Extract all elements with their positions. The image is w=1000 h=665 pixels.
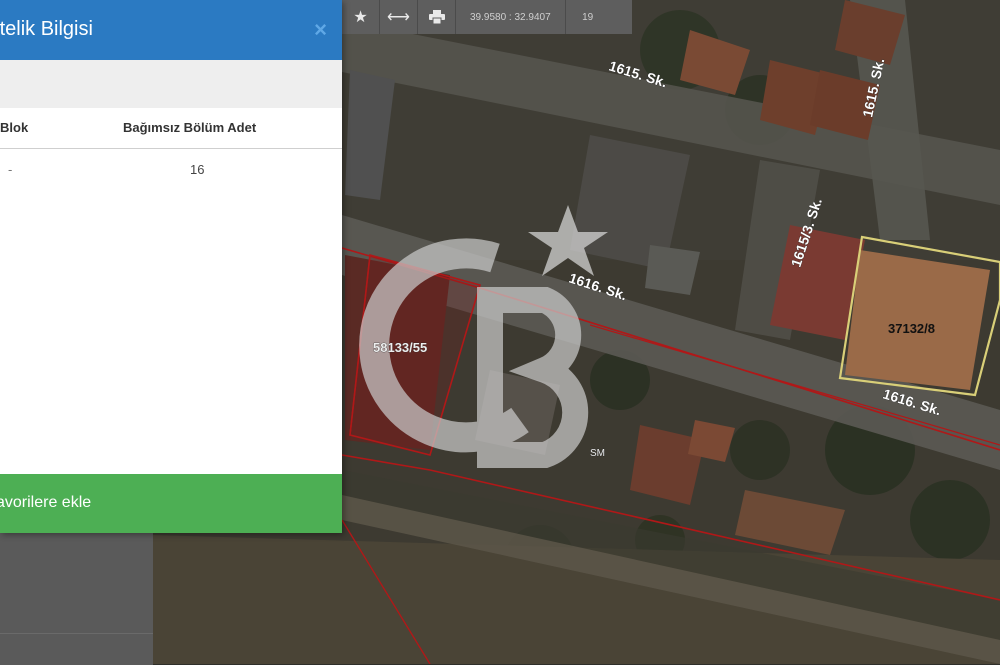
table-row: - 16 bbox=[0, 149, 342, 189]
sidebar-panel bbox=[0, 532, 153, 665]
print-icon-glyph bbox=[428, 10, 445, 24]
add-to-favorites-button[interactable]: avorilere ekle bbox=[0, 474, 342, 533]
panel-tab-bar bbox=[0, 60, 342, 108]
map-toolbar: ★ ⟷ 39.9580 : 32.9407 19 bbox=[342, 0, 632, 34]
favorites-label: avorilere ekle bbox=[0, 494, 92, 511]
zoom-level: 19 bbox=[582, 11, 594, 23]
coordinate-readout: 39.9580 : 32.9407 bbox=[456, 0, 566, 34]
star-icon[interactable]: ★ bbox=[342, 0, 380, 34]
panel-header: nitelik Bilgisi × bbox=[0, 0, 342, 60]
close-icon[interactable]: × bbox=[314, 16, 327, 44]
panel-title: nitelik Bilgisi bbox=[0, 18, 93, 40]
parcel-label-37132: 37132/8 bbox=[888, 321, 935, 336]
table-header: Blok Bağımsız Bölüm Adet bbox=[0, 108, 342, 149]
cell-blok: - bbox=[8, 162, 13, 177]
measure-distance-icon[interactable]: ⟷ bbox=[380, 0, 418, 34]
column-header-blok: Blok bbox=[0, 120, 29, 135]
parcel-label-58133: 58133/55 bbox=[373, 340, 427, 355]
print-icon[interactable] bbox=[418, 0, 456, 34]
info-panel: nitelik Bilgisi × Blok Bağımsız Bölüm Ad… bbox=[0, 0, 342, 533]
cell-adet: 16 bbox=[190, 162, 205, 177]
column-header-adet: Bağımsız Bölüm Adet bbox=[123, 120, 257, 135]
watermark-sm-label: SM bbox=[590, 448, 605, 459]
